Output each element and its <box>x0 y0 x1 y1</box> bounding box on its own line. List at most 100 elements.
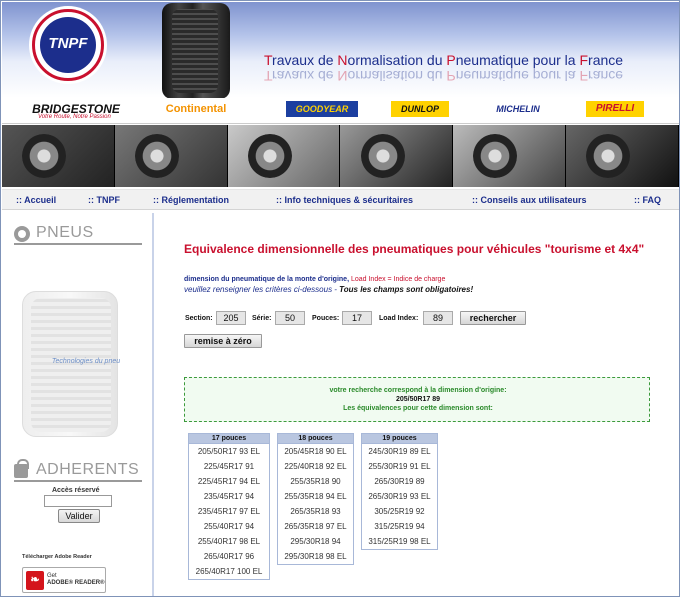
equivalence-row: 265/30R19 89 <box>374 477 425 486</box>
pouces-label: Pouces: <box>312 315 340 322</box>
section-field[interactable] <box>216 311 246 325</box>
site-title-word: ormalisation du <box>347 52 447 68</box>
equivalence-row: 315/25R19 94 <box>374 522 425 531</box>
pneus-title: PNEUS <box>36 224 94 241</box>
equivalence-row: 255/40R17 94 <box>203 522 255 531</box>
equivalence-row: 265/40R17 100 EL <box>195 567 263 576</box>
tyre-technology-label[interactable]: Technologies du pneu <box>46 357 126 367</box>
pirelli-logo[interactable]: PIRELLI <box>586 101 644 117</box>
equivalence-row: 225/45R17 94 EL <box>197 477 261 486</box>
equivalence-row: 205/45R18 90 EL <box>284 447 347 456</box>
load-index-field[interactable] <box>423 311 453 325</box>
wheel-photo <box>227 125 341 187</box>
equivalence-row: 225/45R17 91 <box>203 462 255 471</box>
tnpf-logo[interactable]: TNPF <box>32 9 104 81</box>
tyre-icon <box>14 226 30 242</box>
equivalence-row: 305/25R19 92 <box>374 507 425 516</box>
intro-instruction-text: veuillez renseigner les critères ci-dess… <box>184 285 340 294</box>
equivalence-row: 315/25R19 98 EL <box>368 537 431 546</box>
goodyear-logo[interactable]: GOODYEAR <box>286 101 358 117</box>
column-19-pouces: 19 pouces 245/30R19 89 EL 255/30R19 91 E… <box>361 433 438 550</box>
password-input[interactable] <box>44 495 112 507</box>
nav-reglementation[interactable]: :: Réglementation <box>153 195 229 205</box>
page-title: Equivalence dimensionnelle des pneumatiq… <box>184 242 645 256</box>
wheel-photo-strip <box>2 125 679 187</box>
site-title-reflection-word: ravaux de <box>272 68 338 84</box>
equivalence-row: 265/35R18 97 EL <box>284 522 347 531</box>
main-nav: :: Accueil :: TNPF :: Réglementation :: … <box>2 189 679 210</box>
wheel-photo <box>453 125 567 187</box>
site-title-reflection-word: rance <box>588 68 624 84</box>
site-title-initial: N <box>337 52 348 68</box>
equivalence-row: 245/30R19 89 EL <box>368 447 431 456</box>
equivalence-row: 255/35R18 94 EL <box>284 492 347 501</box>
site-title-reflection-initial: T <box>264 68 273 84</box>
site-title-reflection: Travaux de Normalisation du Pneumatique … <box>264 68 623 84</box>
wheel-photo <box>2 125 115 187</box>
section-label: Section: <box>185 315 213 322</box>
site-title-reflection-initial: F <box>579 68 589 84</box>
equivalence-row: 295/30R18 98 EL <box>284 552 347 561</box>
equivalence-row: 225/40R18 92 EL <box>284 462 347 471</box>
logo-text: TNPF <box>48 35 88 52</box>
load-index-label: Load Index: <box>379 315 419 322</box>
logo-badge: TNPF <box>40 17 96 73</box>
brand-logos: BRIDGESTONE Votre Route, Notre Passion C… <box>2 98 679 124</box>
serie-field[interactable] <box>275 311 305 325</box>
nav-info-techniques[interactable]: :: Info techniques & sécuritaires <box>276 195 413 205</box>
site-title-word: neumatique pour la <box>455 52 580 68</box>
nav-faq[interactable]: :: FAQ <box>634 195 661 205</box>
adobe-pdf-icon: ❧ <box>26 571 44 590</box>
adherents-heading: ADHERENTS <box>14 459 142 482</box>
column-header: 17 pouces <box>189 434 269 444</box>
original-dimension: 205/50R17 89 <box>396 396 440 403</box>
michelin-logo[interactable]: MICHELIN <box>481 101 555 117</box>
dunlop-logo[interactable]: DUNLOP <box>391 101 449 117</box>
bridgestone-tagline: Votre Route, Notre Passion <box>38 114 111 120</box>
result-box: votre recherche correspond à la dimensio… <box>184 377 650 422</box>
column-header: 19 pouces <box>362 434 437 444</box>
site-title-word: rance <box>588 52 624 68</box>
nav-conseils[interactable]: :: Conseils aux utilisateurs <box>472 195 587 205</box>
equivalence-row: 265/40R17 96 <box>203 552 255 561</box>
column-header: 18 pouces <box>278 434 353 444</box>
column-17-pouces: 17 pouces 205/50R17 93 EL 225/45R17 91 2… <box>188 433 270 580</box>
lock-icon <box>14 459 29 478</box>
equivalence-row: 265/30R19 93 EL <box>368 492 431 501</box>
pneus-heading: PNEUS <box>14 224 142 245</box>
wheel-photo <box>114 125 228 187</box>
equivalences-heading: Les équivalences pour cette dimension so… <box>343 405 493 412</box>
get-adobe-reader-button[interactable]: ❧ Get ADOBE® READER® <box>22 567 106 593</box>
intro-dimension-text: dimension du pneumatique de la monte d'o… <box>184 276 350 283</box>
site-title-reflection-word: ormalisation du <box>347 68 447 84</box>
wheel-photo <box>340 125 454 187</box>
reset-button[interactable]: remise à zéro <box>184 334 262 348</box>
site-title: Travaux de Normalisation du Pneumatique … <box>264 52 623 68</box>
continental-logo[interactable]: Continental <box>150 101 242 117</box>
intro-line-2: veuillez renseigner les critères ci-dess… <box>184 285 473 294</box>
sidebar: PNEUS Technologies du pneu ADHERENTS Acc… <box>2 213 154 596</box>
wheel-photo <box>566 125 679 187</box>
site-header: TNPF Travaux de Normalisation du Pneumat… <box>2 2 679 98</box>
site-title-initial: T <box>264 52 273 68</box>
equivalence-row: 255/35R18 90 <box>290 477 341 486</box>
site-title-word: ravaux de <box>272 52 338 68</box>
pouces-field[interactable] <box>342 311 372 325</box>
required-fields-note: Tous les champs sont obligatoires! <box>339 285 474 294</box>
equivalence-row: 255/30R19 91 EL <box>368 462 431 471</box>
equivalence-row: 235/45R17 94 <box>203 492 255 501</box>
column-18-pouces: 18 pouces 205/45R18 90 EL 225/40R18 92 E… <box>277 433 354 565</box>
equivalence-row: 255/40R17 98 EL <box>197 537 261 546</box>
site-title-reflection-initial: N <box>337 68 348 84</box>
header-tyre-image <box>162 3 230 98</box>
equivalence-row: 205/50R17 93 EL <box>197 447 261 456</box>
site-title-reflection-initial: P <box>446 68 456 84</box>
equivalence-row: 265/35R18 93 <box>290 507 341 516</box>
nav-tnpf[interactable]: :: TNPF <box>88 195 120 205</box>
nav-accueil[interactable]: :: Accueil <box>16 195 56 205</box>
adobe-reader-label: Télécharger Adobe Reader <box>22 554 92 560</box>
adobe-get-text: Get <box>47 573 57 579</box>
valider-button[interactable]: Valider <box>58 509 100 523</box>
serie-label: Série: <box>252 315 272 322</box>
rechercher-button[interactable]: rechercher <box>460 311 526 325</box>
